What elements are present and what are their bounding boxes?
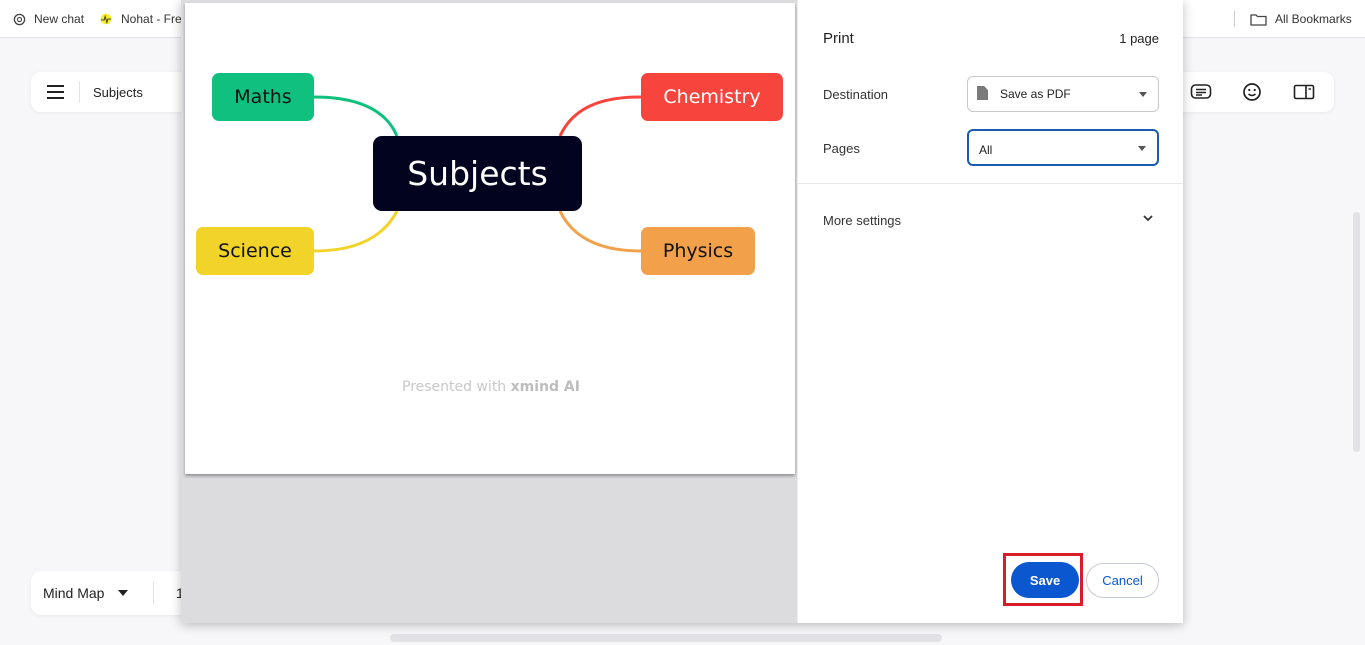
watermark-prefix: Presented with	[402, 379, 511, 395]
notes-icon[interactable]	[1190, 82, 1212, 102]
pages-select[interactable]: All	[967, 129, 1159, 166]
right-toolbar	[1170, 72, 1334, 112]
topic-chemistry: Chemistry	[641, 73, 783, 121]
pdf-file-icon	[977, 86, 988, 100]
destination-select[interactable]: Save as PDF	[967, 76, 1159, 112]
toolbar-divider	[153, 582, 154, 604]
more-settings-label: More settings	[823, 213, 902, 228]
all-bookmarks-button[interactable]: All Bookmarks	[1250, 10, 1352, 28]
hamburger-menu-icon[interactable]	[31, 72, 79, 112]
folder-icon	[1250, 12, 1267, 26]
topic-science: Science	[196, 227, 314, 275]
document-title[interactable]: Subjects	[93, 85, 143, 100]
openai-icon	[12, 12, 26, 26]
central-topic: Subjects	[373, 136, 582, 211]
save-button-highlight	[1003, 553, 1083, 606]
print-settings-panel: Print 1 page Destination Save as PDF Pag…	[797, 0, 1184, 623]
emoji-icon[interactable]	[1241, 82, 1263, 102]
view-mode-select[interactable]: Mind Map	[31, 585, 153, 601]
pages-value: All	[979, 142, 993, 157]
print-dialog: Maths Science Chemistry Physics Subjects…	[181, 0, 1184, 623]
preview-page: Maths Science Chemistry Physics Subjects…	[185, 3, 795, 474]
caret-down-icon	[118, 590, 129, 596]
all-bookmarks-label: All Bookmarks	[1275, 12, 1352, 26]
topic-physics: Physics	[641, 227, 755, 275]
branch-physics	[558, 210, 642, 253]
print-preview-area: Maths Science Chemistry Physics Subjects…	[181, 0, 797, 623]
nohat-icon	[99, 12, 113, 26]
branch-chemistry	[558, 95, 642, 137]
vertical-scrollbar[interactable]	[1353, 212, 1360, 452]
bookmark-new-chat[interactable]: New chat	[12, 10, 84, 28]
toolbar-divider	[79, 81, 80, 103]
watermark: Presented with xmind AI	[402, 379, 580, 395]
panel-divider	[798, 183, 1184, 184]
bookmark-nohat[interactable]: Nohat - Fre	[99, 10, 182, 28]
cancel-button[interactable]: Cancel	[1086, 563, 1159, 598]
caret-down-icon	[1138, 145, 1146, 151]
caret-down-icon	[1139, 92, 1147, 97]
branch-maths	[313, 95, 399, 137]
pages-label: Pages	[823, 141, 860, 156]
destination-label: Destination	[823, 87, 889, 102]
page-count: 1 page	[1119, 31, 1159, 46]
bookmarks-separator	[1234, 11, 1235, 27]
bookmark-label: Nohat - Fre	[121, 12, 182, 26]
watermark-brand: xmind AI	[510, 379, 580, 395]
panel-toggle-icon[interactable]	[1293, 82, 1315, 102]
destination-value: Save as PDF	[1000, 87, 1071, 101]
print-title: Print	[823, 30, 854, 47]
more-settings-toggle[interactable]: More settings	[798, 200, 1184, 240]
chevron-down-icon	[1143, 215, 1153, 222]
bookmark-label: New chat	[34, 12, 85, 26]
bottom-toolbar: Mind Map 1	[31, 571, 191, 615]
topic-maths: Maths	[212, 73, 314, 121]
horizontal-scrollbar[interactable]	[390, 634, 942, 642]
document-toolbar: Subjects	[31, 72, 191, 112]
view-mode-label: Mind Map	[43, 585, 105, 601]
branch-science	[313, 210, 399, 253]
